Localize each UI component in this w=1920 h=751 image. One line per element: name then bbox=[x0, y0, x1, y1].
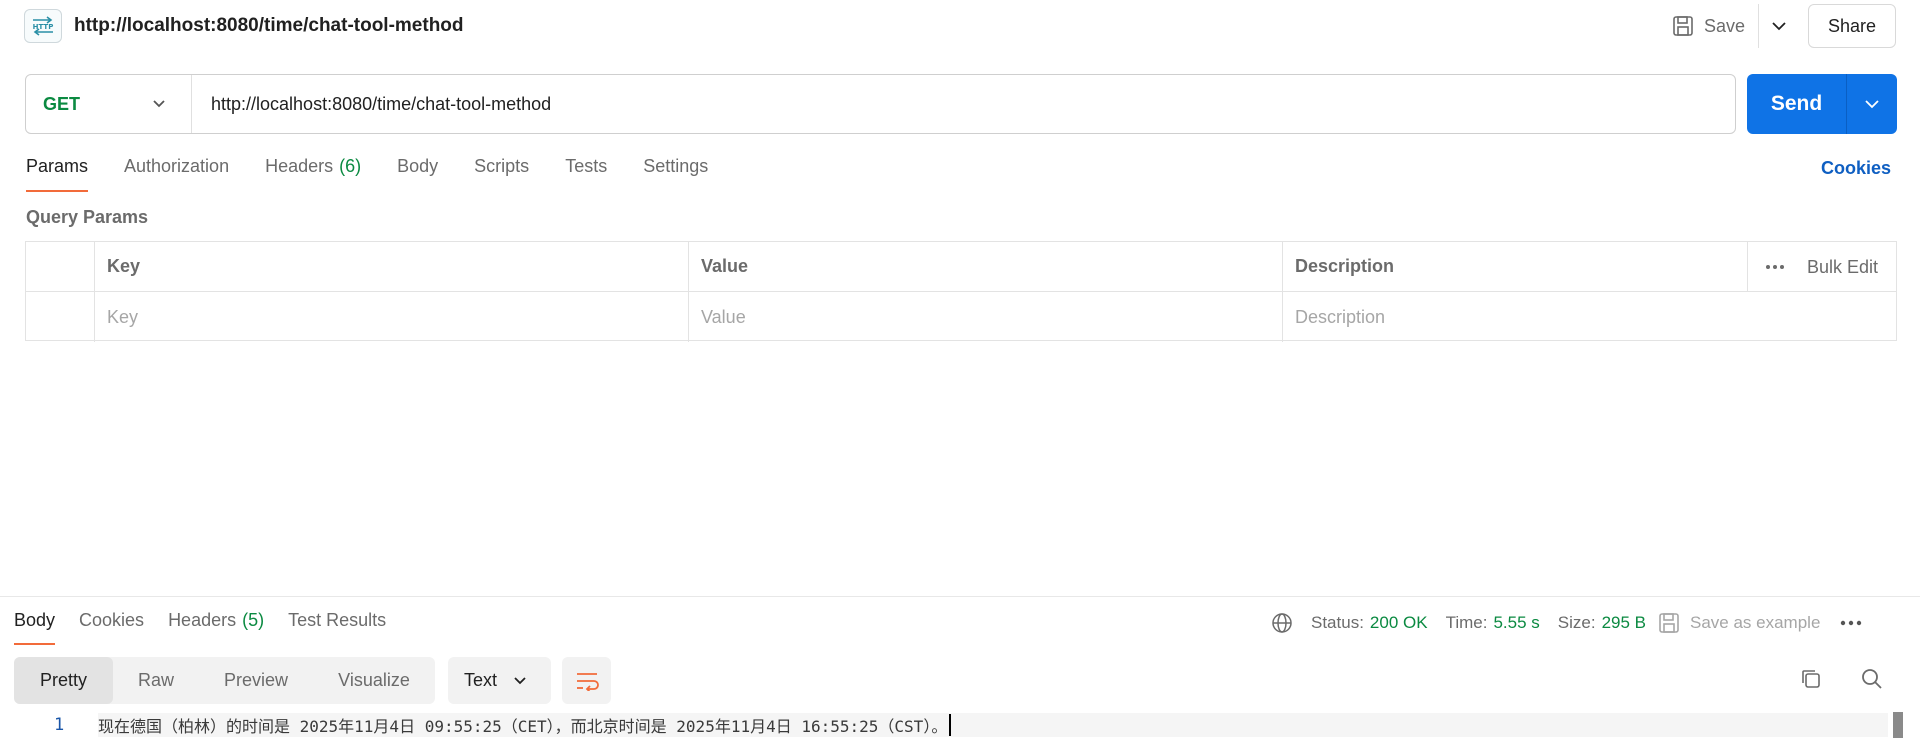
row-checkbox-cell bbox=[26, 292, 95, 342]
response-headers-count: (5) bbox=[242, 610, 265, 630]
chevron-down-icon bbox=[514, 676, 526, 684]
status-label: Status: bbox=[1311, 613, 1364, 632]
value-input[interactable]: Value bbox=[689, 292, 1283, 342]
divider bbox=[1758, 4, 1759, 48]
method-select[interactable]: GET bbox=[26, 75, 192, 133]
save-label: Save bbox=[1704, 15, 1746, 36]
format-label: Text bbox=[464, 670, 498, 690]
text-cursor bbox=[949, 714, 952, 736]
send-button-group: Send bbox=[1747, 74, 1897, 134]
view-visualize[interactable]: Visualize bbox=[313, 657, 435, 704]
response-tab-test-results[interactable]: Test Results bbox=[288, 610, 386, 646]
url-bar: GET bbox=[25, 74, 1736, 134]
response-tab-headers[interactable]: Headers (5) bbox=[168, 610, 264, 646]
response-tab-headers-label: Headers bbox=[168, 610, 237, 630]
share-button[interactable]: Share bbox=[1808, 4, 1896, 48]
bulk-edit-button[interactable]: Bulk Edit bbox=[1807, 257, 1878, 278]
table-row: Key Value Description bbox=[26, 292, 1896, 342]
response-meta: Status: 200 OK Time: 5.55 s Size: 295 B … bbox=[1271, 608, 1862, 638]
save-as-example-button[interactable]: Save as example bbox=[1658, 612, 1820, 634]
description-input[interactable]: Description bbox=[1283, 292, 1895, 342]
url-input[interactable] bbox=[192, 75, 1735, 133]
query-params-heading: Query Params bbox=[26, 207, 149, 227]
request-header: HTTP http://localhost:8080/time/chat-too… bbox=[0, 0, 1920, 52]
response-divider[interactable] bbox=[0, 596, 1920, 597]
save-options-chevron-down-icon[interactable] bbox=[1764, 8, 1794, 44]
column-header-key: Key bbox=[95, 242, 689, 291]
table-actions: Bulk Edit bbox=[1765, 242, 1878, 292]
tab-settings[interactable]: Settings bbox=[643, 156, 708, 194]
view-raw[interactable]: Raw bbox=[113, 657, 199, 704]
send-options-chevron-down-icon[interactable] bbox=[1847, 74, 1897, 134]
method-label: GET bbox=[43, 93, 81, 114]
column-header-value: Value bbox=[689, 242, 1283, 291]
line-number: 1 bbox=[54, 715, 65, 735]
save-icon bbox=[1659, 613, 1679, 633]
view-pretty[interactable]: Pretty bbox=[14, 657, 113, 704]
column-header-description: Description bbox=[1295, 256, 1395, 276]
wrap-lines-icon bbox=[576, 672, 599, 691]
chevron-down-icon bbox=[153, 100, 165, 108]
scrollbar-thumb[interactable] bbox=[1893, 712, 1903, 738]
tab-tests[interactable]: Tests bbox=[565, 156, 607, 194]
more-options-icon[interactable] bbox=[1840, 620, 1862, 626]
query-params-table: Key Value Description Bulk Edit Key Valu… bbox=[25, 241, 1897, 342]
tab-headers-label: Headers bbox=[265, 156, 334, 176]
response-body-text: 现在德国（柏林）的时间是 2025年11月4日 09:55:25（CET），而北… bbox=[98, 717, 948, 736]
status-value[interactable]: 200 OK bbox=[1370, 613, 1428, 633]
cookies-link[interactable]: Cookies bbox=[1821, 158, 1891, 179]
more-options-icon[interactable] bbox=[1765, 264, 1785, 270]
save-button[interactable]: Save bbox=[1672, 8, 1745, 44]
request-tabs: Params Authorization Headers (6) Body Scr… bbox=[26, 156, 744, 196]
copy-icon[interactable] bbox=[1799, 667, 1823, 691]
tab-authorization[interactable]: Authorization bbox=[124, 156, 229, 194]
save-as-example-label: Save as example bbox=[1690, 613, 1821, 632]
page-title: http://localhost:8080/time/chat-tool-met… bbox=[74, 15, 464, 36]
search-icon[interactable] bbox=[1860, 667, 1884, 691]
send-button[interactable]: Send bbox=[1747, 74, 1846, 134]
response-tab-cookies[interactable]: Cookies bbox=[79, 610, 144, 646]
http-request-icon: HTTP bbox=[24, 9, 62, 43]
tab-body[interactable]: Body bbox=[397, 156, 438, 194]
tab-scripts[interactable]: Scripts bbox=[474, 156, 529, 194]
checkbox-column-header bbox=[26, 242, 95, 291]
headers-count: (6) bbox=[339, 156, 362, 176]
format-select[interactable]: Text bbox=[448, 657, 551, 704]
wrap-lines-button[interactable] bbox=[562, 657, 611, 704]
divider bbox=[1747, 242, 1748, 291]
key-input[interactable]: Key bbox=[95, 292, 689, 342]
size-label: Size: bbox=[1557, 613, 1596, 632]
response-body-line[interactable]: 现在德国（柏林）的时间是 2025年11月4日 09:55:25（CET），而北… bbox=[98, 713, 1888, 737]
response-tab-body[interactable]: Body bbox=[14, 610, 56, 646]
response-tabs: Body Cookies Headers (5) Test Results bbox=[14, 610, 410, 646]
table-header-row: Key Value Description bbox=[26, 242, 1896, 292]
time-label: Time: bbox=[1445, 613, 1488, 632]
svg-text:HTTP: HTTP bbox=[33, 23, 54, 31]
globe-icon[interactable] bbox=[1271, 612, 1293, 634]
tab-headers[interactable]: Headers (6) bbox=[265, 156, 361, 194]
save-icon bbox=[1673, 16, 1693, 36]
view-preview[interactable]: Preview bbox=[199, 657, 313, 704]
tab-params[interactable]: Params bbox=[26, 156, 89, 194]
size-value[interactable]: 295 B bbox=[1602, 613, 1646, 633]
time-value[interactable]: 5.55 s bbox=[1493, 613, 1539, 633]
view-mode-selector: Pretty Raw Preview Visualize bbox=[14, 657, 435, 704]
